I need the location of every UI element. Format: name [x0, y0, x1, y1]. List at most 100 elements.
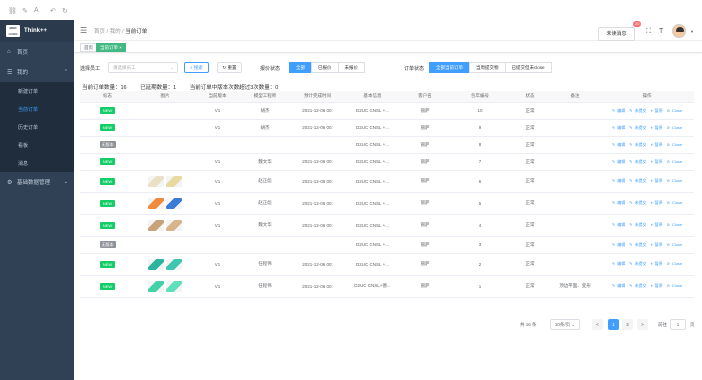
unsubmitted-button[interactable]: ✎ 未提交	[628, 242, 647, 247]
pause-button[interactable]: ⏸ 暂停	[650, 200, 664, 205]
pause-button[interactable]: ⏸ 暂停	[650, 108, 664, 113]
table-row[interactable]: NEW V1 胡杰 2021-12-06 00: D2UC CNSL +... 丽萨 10 正…	[80, 102, 694, 120]
link-icon[interactable]: ⛓	[8, 7, 17, 15]
table-row[interactable]: NEW V1 任程伟 2021-12-06 00: D2UC CNSL+德... 丽萨 1 正…	[80, 275, 694, 298]
pause-button[interactable]: ⏸ 暂停	[650, 222, 664, 227]
next-page-button[interactable]: >	[637, 319, 648, 330]
edit-icon[interactable]: ✎	[22, 7, 28, 15]
product-thumbnail[interactable]	[166, 280, 182, 292]
quote-done[interactable]: 已报价	[311, 62, 339, 73]
prev-page-button[interactable]: <	[592, 319, 603, 330]
quote-all[interactable]: 全部	[289, 62, 312, 73]
edit-button[interactable]: ✎ 编辑	[611, 178, 626, 183]
unsubmitted-button[interactable]: ✎ 未提交	[628, 159, 647, 164]
product-thumbnail[interactable]	[166, 219, 182, 231]
sidebar-item-messages[interactable]: 消息	[0, 154, 74, 172]
edit-button[interactable]: ✎ 编辑	[611, 159, 626, 164]
unsubmitted-button[interactable]: ✎ 未提交	[628, 222, 647, 227]
avatar[interactable]	[672, 24, 686, 38]
close-button[interactable]: ⊘ Close	[666, 178, 684, 183]
table-row[interactable]: NEW V1 任程伟 2021-12-06 00: D2UC CNSL +... 丽萨 2 正…	[80, 253, 694, 276]
unread-messages-button[interactable]: 未读消息	[598, 27, 635, 41]
unsubmitted-button[interactable]: ✎ 未提交	[628, 200, 647, 205]
edit-button[interactable]: ✎ 编辑	[611, 242, 626, 247]
product-thumbnail[interactable]	[148, 280, 164, 292]
sidebar-item-current-order[interactable]: 当前订单	[0, 100, 74, 118]
quote-none[interactable]: 未报价	[337, 62, 365, 73]
refresh-icon[interactable]: ↻	[62, 7, 68, 15]
pause-button[interactable]: ⏸ 暂停	[650, 261, 664, 266]
pause-button[interactable]: ⏸ 暂停	[650, 125, 664, 130]
unsubmitted-button[interactable]: ✎ 未提交	[628, 142, 647, 147]
breadcrumb-home[interactable]: 首页	[94, 29, 105, 35]
unsubmitted-button[interactable]: ✎ 未提交	[628, 261, 647, 266]
sidebar-item-mine[interactable]: ☰ 我的 ⌃	[0, 62, 74, 82]
page-size-select[interactable]: 10条/页 ⌄	[550, 319, 580, 330]
pause-button[interactable]: ⏸ 暂停	[650, 159, 664, 164]
sidebar-item-board[interactable]: 看板	[0, 136, 74, 154]
op-label: 暂停	[654, 141, 663, 147]
filter-bar: 选择员工 请选择员工 ⌄ ⌕ 搜索 ↻ 重置 报价状态 全部 已报价 未报价 订…	[80, 61, 696, 75]
breadcrumb-mine[interactable]: 我的	[110, 29, 121, 35]
order-not-closed[interactable]: 已提交但未close	[504, 62, 552, 73]
page-2[interactable]: 2	[622, 319, 633, 330]
close-button[interactable]: ⊘ Close	[666, 159, 684, 164]
tag-home[interactable]: 首页	[80, 43, 97, 52]
table-row[interactable]: NEW V1 胡杰 2021-12-06 00: D2UC CNSL +... 丽萨 9 正常…	[80, 119, 694, 137]
pause-button[interactable]: ⏸ 暂停	[650, 283, 664, 288]
product-thumbnail[interactable]	[148, 219, 164, 231]
close-button[interactable]: ⊘ Close	[666, 142, 684, 147]
sidebar-item-home[interactable]: ⌂ 首页	[0, 42, 74, 62]
table-row[interactable]: NEW V1 魏文华 2021-12-06 00: D2UC CNSL +... 丽萨 7 正…	[80, 153, 694, 171]
text-icon[interactable]: A	[34, 7, 39, 14]
edit-button[interactable]: ✎ 编辑	[611, 261, 626, 266]
unsubmitted-button[interactable]: ✎ 未提交	[628, 283, 647, 288]
close-button[interactable]: ⊘ Close	[666, 242, 684, 247]
pause-button[interactable]: ⏸ 暂停	[650, 142, 664, 147]
edit-button[interactable]: ✎ 编辑	[611, 200, 626, 205]
edit-button[interactable]: ✎ 编辑	[611, 142, 626, 147]
product-thumbnail[interactable]	[166, 258, 182, 270]
edit-button[interactable]: ✎ 编辑	[611, 283, 626, 288]
close-button[interactable]: ⊘ Close	[666, 261, 684, 266]
sidebar-item-base-data[interactable]: ⚙ 基础数据管理 ⌄	[0, 172, 74, 192]
table-row[interactable]: NEW V1 魏文华 2021-12-06 00: D2UC CNSL +... 丽萨 4 正…	[80, 214, 694, 237]
edit-button[interactable]: ✎ 编辑	[611, 125, 626, 130]
close-button[interactable]: ⊘ Close	[666, 200, 684, 205]
table-row[interactable]: 无版本 D2UC CNSL +... 丽萨 3 正常 ✎ 编辑 ✎ 未提交 ⏸ 暂停 ⊘ Close	[80, 236, 694, 254]
sidebar-item-new-order[interactable]: 新建订单	[0, 82, 74, 100]
table-row[interactable]: NEW V1 赵正彪 2021-12-06 00: D2UC CNSL +... 丽萨 5 正…	[80, 192, 694, 215]
pause-button[interactable]: ⏸ 暂停	[650, 242, 664, 247]
sidebar-item-history-order[interactable]: 历史订单	[0, 118, 74, 136]
menu-toggle-icon[interactable]: ☰	[80, 26, 87, 35]
order-week[interactable]: 当周提交物	[469, 62, 506, 73]
goto-input[interactable]: 1	[670, 319, 686, 330]
fullscreen-icon[interactable]: ⛶	[646, 28, 651, 36]
tag-current-order[interactable]: 当前订单 ×	[96, 43, 126, 52]
page-1[interactable]: 1	[608, 319, 619, 330]
pause-button[interactable]: ⏸ 暂停	[650, 178, 664, 183]
close-button[interactable]: ⊘ Close	[666, 222, 684, 227]
product-thumbnail[interactable]	[148, 258, 164, 270]
unsubmitted-button[interactable]: ✎ 未提交	[628, 125, 647, 130]
table-row[interactable]: 无版本 D2UC CNSL +... 丽萨 8 正常 ✎ 编辑 ✎ 未提交 ⏸ 暂停 ⊘ Close	[80, 136, 694, 154]
close-button[interactable]: ⊘ Close	[666, 283, 684, 288]
table-row[interactable]: NEW V1 赵正彪 2021-12-06 00: D2UC CNSL +... 丽萨 6 正…	[80, 170, 694, 193]
reset-button[interactable]: ↻ 重置	[217, 62, 242, 73]
undo-icon[interactable]: ↶	[50, 7, 56, 15]
edit-button[interactable]: ✎ 编辑	[611, 222, 626, 227]
product-thumbnail[interactable]	[148, 197, 164, 209]
employee-select[interactable]: 请选择员工 ⌄	[108, 62, 178, 73]
font-size-icon[interactable]: T	[659, 28, 663, 35]
order-all[interactable]: 全部当前订单	[429, 62, 470, 73]
close-button[interactable]: ⊘ Close	[666, 125, 684, 130]
product-thumbnail[interactable]	[166, 175, 182, 187]
close-button[interactable]: ⊘ Close	[666, 108, 684, 113]
caret-down-icon[interactable]: ▼	[690, 29, 694, 34]
product-thumbnail[interactable]	[166, 197, 182, 209]
unsubmitted-button[interactable]: ✎ 未提交	[628, 108, 647, 113]
edit-button[interactable]: ✎ 编辑	[611, 108, 626, 113]
product-thumbnail[interactable]	[148, 175, 164, 187]
search-button[interactable]: ⌕ 搜索	[184, 62, 209, 73]
unsubmitted-button[interactable]: ✎ 未提交	[628, 178, 647, 183]
